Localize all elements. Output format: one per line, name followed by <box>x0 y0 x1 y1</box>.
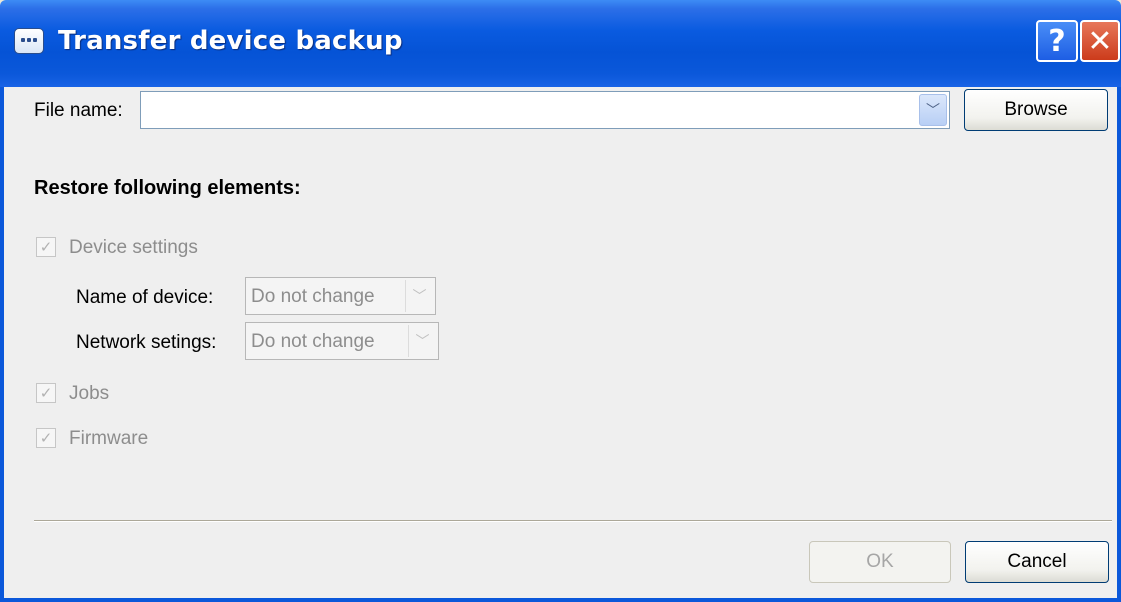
title-bar[interactable]: Transfer device backup ? ✕ <box>0 0 1121 87</box>
name-of-device-value: Do not change <box>251 286 375 307</box>
file-name-label: File name: <box>34 100 123 121</box>
dialog-content: File name: ﹀ Browse Restore following el… <box>0 87 1121 602</box>
restore-heading: Restore following elements: <box>34 177 301 199</box>
window-title: Transfer device backup <box>58 26 403 56</box>
file-name-combobox[interactable]: ﹀ <box>140 91 950 129</box>
browse-button[interactable]: Browse <box>964 89 1108 131</box>
device-settings-checkbox[interactable]: ✓ <box>36 237 56 257</box>
name-of-device-label: Name of device: <box>76 287 214 308</box>
chevron-down-icon[interactable]: ﹀ <box>405 280 433 312</box>
name-of-device-select[interactable]: Do not change ﹀ <box>245 277 436 315</box>
close-button[interactable]: ✕ <box>1080 20 1120 62</box>
help-button[interactable]: ? <box>1036 20 1078 62</box>
footer-separator <box>34 520 1112 522</box>
jobs-checkbox[interactable]: ✓ <box>36 383 56 403</box>
jobs-label: Jobs <box>69 383 110 404</box>
ok-button[interactable]: OK <box>809 541 951 583</box>
chevron-down-icon[interactable]: ﹀ <box>919 94 947 126</box>
chevron-down-icon[interactable]: ﹀ <box>408 325 436 357</box>
network-settings-label: Network setings: <box>76 332 217 353</box>
network-settings-select[interactable]: Do not change ﹀ <box>245 322 439 360</box>
cancel-button[interactable]: Cancel <box>965 541 1109 583</box>
app-icon <box>14 28 44 54</box>
device-settings-label: Device settings <box>69 237 198 258</box>
network-settings-value: Do not change <box>251 331 375 352</box>
firmware-label: Firmware <box>69 428 149 449</box>
dialog-window: Transfer device backup ? ✕ File name: ﹀ … <box>0 0 1121 602</box>
firmware-checkbox[interactable]: ✓ <box>36 428 56 448</box>
